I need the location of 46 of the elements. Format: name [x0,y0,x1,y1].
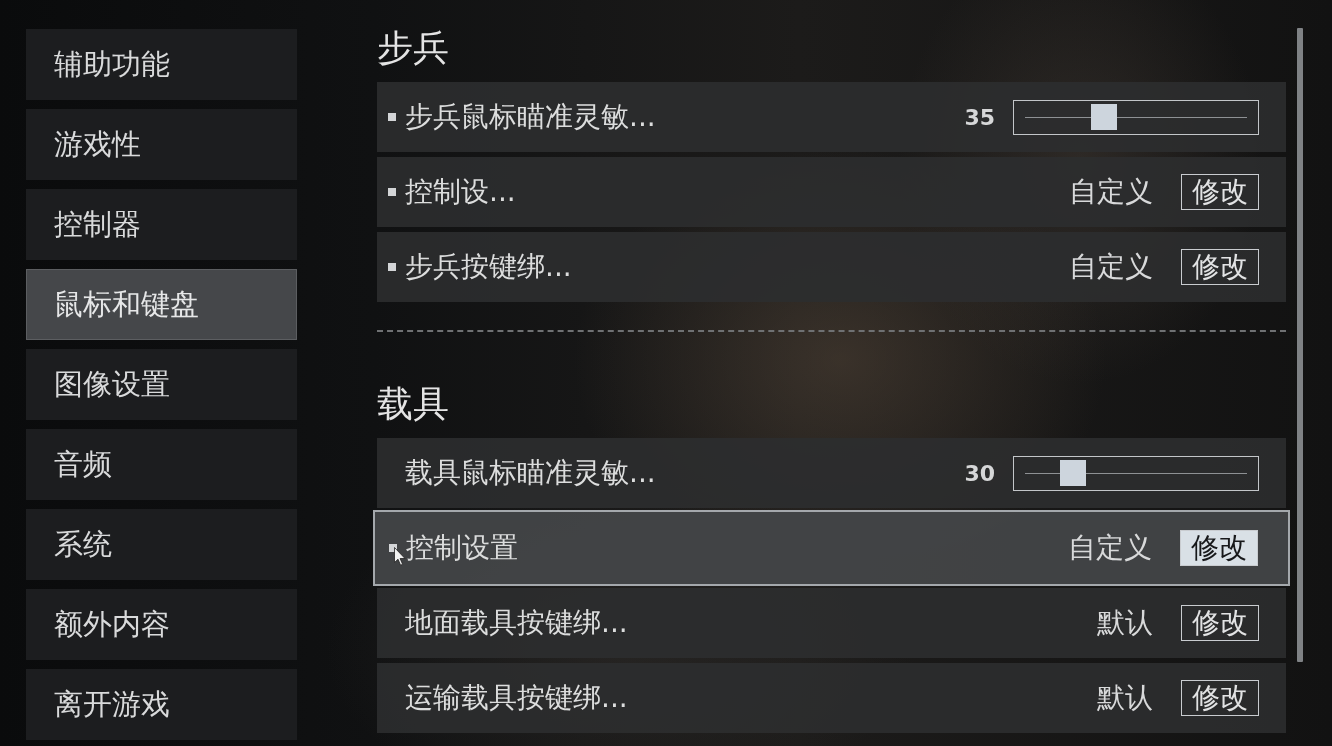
setting-label: 控制设置 [406,530,518,566]
sidebar-item[interactable]: 控制器 [26,189,297,260]
sidebar-item[interactable]: 系统 [26,509,297,580]
settings-row[interactable]: 控制设... 自定义 修改 [377,157,1286,227]
section-heading: 载具 [377,382,450,426]
mouse-cursor-icon [394,547,406,566]
settings-row[interactable]: 控制设置 自定义 修改 [373,510,1290,586]
slider-track[interactable] [1013,99,1259,135]
slider-value: 35 [964,104,995,130]
sidebar-item[interactable]: 游戏性 [26,109,297,180]
slider-value: 30 [964,460,995,486]
sidebar-item[interactable]: 音频 [26,429,297,500]
sidebar-item[interactable]: 离开游戏 [26,669,297,740]
settings-row[interactable]: 载具鼠标瞄准灵敏... 30 [377,438,1286,508]
modify-button[interactable]: 修改 [1181,174,1259,210]
square-marker-icon [388,188,396,196]
setting-value: 默认 [1097,680,1153,716]
sidebar-item[interactable]: 额外内容 [26,589,297,660]
slider-thumb[interactable] [1091,104,1118,130]
slider-track[interactable] [1013,455,1259,491]
settings-row[interactable]: 地面载具按键绑... 默认 修改 [377,588,1286,658]
setting-value: 自定义 [1069,249,1153,285]
sidebar-item[interactable]: 图像设置 [26,349,297,420]
setting-label: 地面载具按键绑... [405,605,628,641]
setting-value: 自定义 [1069,174,1153,210]
setting-label: 步兵按键绑... [405,249,572,285]
slider-thumb[interactable] [1059,460,1086,486]
settings-row[interactable]: 步兵鼠标瞄准灵敏... 35 [377,82,1286,152]
section-heading: 步兵 [377,26,450,70]
modify-button[interactable]: 修改 [1181,249,1259,285]
setting-label: 载具鼠标瞄准灵敏... [405,455,656,491]
settings-row[interactable]: 步兵按键绑... 自定义 修改 [377,232,1286,302]
setting-value: 默认 [1097,605,1153,641]
sidebar-item[interactable]: 鼠标和键盘 [26,269,297,340]
square-marker-icon [388,113,396,121]
modify-button[interactable]: 修改 [1181,680,1259,716]
setting-label: 步兵鼠标瞄准灵敏... [405,99,656,135]
modify-button[interactable]: 修改 [1180,530,1258,566]
modify-button[interactable]: 修改 [1181,605,1259,641]
square-marker-icon [388,263,396,271]
setting-label: 控制设... [405,174,516,210]
setting-value: 自定义 [1068,530,1152,566]
scrollbar-thumb[interactable] [1297,28,1303,662]
sidebar-item[interactable]: 辅助功能 [26,29,297,100]
settings-row[interactable]: 运输载具按键绑... 默认 修改 [377,663,1286,733]
setting-label: 运输载具按键绑... [405,680,628,716]
